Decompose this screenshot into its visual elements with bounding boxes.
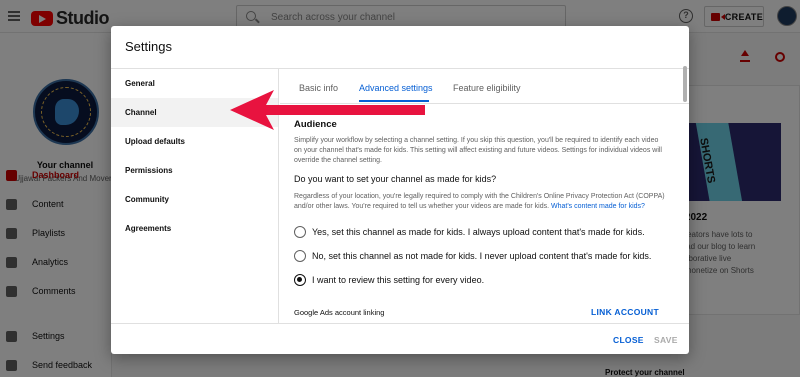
left-arrow-icon — [230, 90, 425, 130]
tab-feature-eligibility[interactable]: Feature eligibility — [453, 69, 521, 102]
dialog-title: Settings — [125, 39, 172, 54]
save-button[interactable]: SAVE — [654, 335, 678, 345]
radio-label: Yes, set this channel as made for kids. … — [312, 227, 645, 237]
radio-button[interactable] — [294, 226, 306, 238]
divider — [111, 323, 689, 324]
made-for-kids-help-link[interactable]: What's content made for kids? — [551, 203, 645, 210]
nav-item-permissions[interactable]: Permissions — [111, 156, 278, 185]
radio-option-review-every-video[interactable]: I want to review this setting for every … — [294, 274, 484, 286]
link-account-button[interactable]: LINK ACCOUNT — [591, 307, 659, 317]
radio-option-not-made-for-kids[interactable]: No, set this channel as not made for kid… — [294, 250, 651, 262]
made-for-kids-question: Do you want to set your channel as made … — [294, 174, 497, 184]
radio-button-selected[interactable] — [294, 274, 306, 286]
advanced-settings-panel: Audience Simplify your workflow by selec… — [294, 104, 674, 322]
nav-item-agreements[interactable]: Agreements — [111, 214, 278, 243]
radio-button[interactable] — [294, 250, 306, 262]
radio-label: I want to review this setting for every … — [312, 275, 485, 285]
google-ads-linking-label: Google Ads account linking — [294, 308, 385, 317]
radio-label: No, set this channel as not made for kid… — [312, 251, 652, 261]
close-button[interactable]: CLOSE — [613, 335, 644, 345]
radio-option-made-for-kids[interactable]: Yes, set this channel as made for kids. … — [294, 226, 645, 238]
scrollbar[interactable] — [683, 66, 687, 102]
nav-item-community[interactable]: Community — [111, 185, 278, 214]
audience-description: Simplify your workflow by selecting a ch… — [294, 137, 662, 164]
coppa-notice: Regardless of your location, you're lega… — [294, 192, 666, 212]
settings-dialog: Settings General Channel Upload defaults… — [111, 26, 689, 354]
